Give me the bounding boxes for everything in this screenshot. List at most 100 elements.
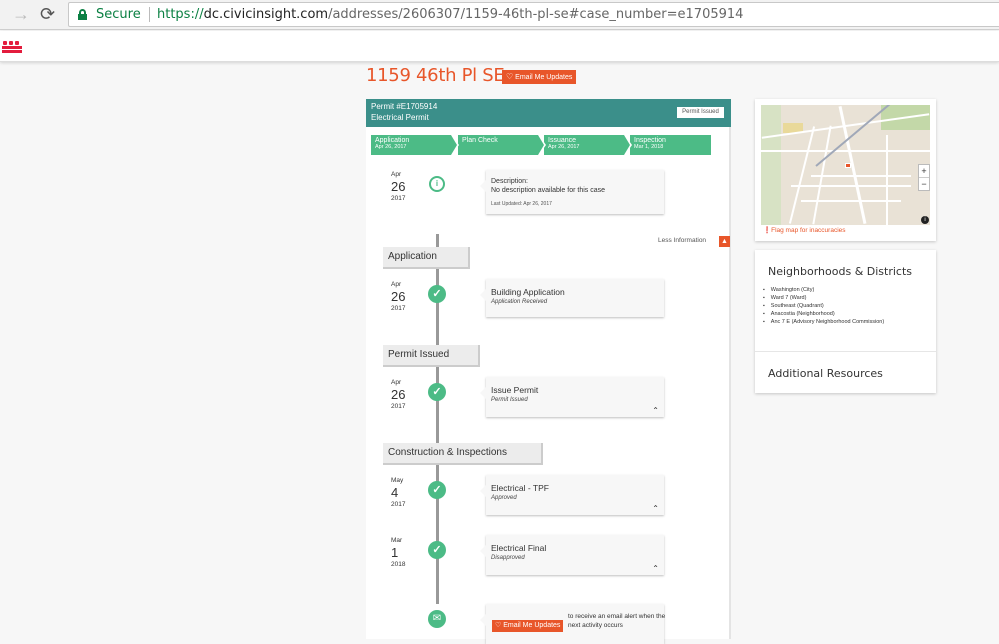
- event-card[interactable]: Electrical - TPF Approved ⌃: [480, 475, 664, 515]
- chevron-up-icon[interactable]: ⌃: [652, 564, 659, 573]
- zoom-in-button[interactable]: +: [919, 165, 929, 177]
- step-date: Apr 26, 2017: [375, 144, 407, 150]
- event-date: Mar 1 2018: [391, 537, 421, 568]
- step-label: Plan Check: [462, 137, 498, 144]
- date-month: Apr: [391, 379, 402, 386]
- heart-icon: ♡: [495, 622, 504, 629]
- step-label: Application: [375, 137, 410, 144]
- event-date: Apr 26 2017: [391, 281, 421, 312]
- permit-number: Permit #E1705914: [371, 102, 438, 111]
- date-month: Mar: [391, 537, 403, 544]
- description-title: Description:: [491, 178, 528, 185]
- last-updated: Last Updated: Apr 26, 2017: [491, 201, 552, 207]
- event-card[interactable]: Electrical Final Disapproved ⌃: [480, 535, 664, 575]
- event-card[interactable]: Issue Permit Permit Issued ⌃: [480, 377, 664, 417]
- date-day: 26: [391, 289, 406, 304]
- step-date: Apr 26, 2017: [548, 144, 580, 150]
- date-year: 2017: [391, 501, 406, 508]
- list-item: Ward 7 (Ward): [763, 294, 884, 302]
- email-button-label: Email Me Updates: [515, 74, 573, 81]
- step-issuance: Issuance Apr 26, 2017: [544, 135, 632, 155]
- site-header: [0, 31, 999, 62]
- location-pin-icon: [845, 163, 851, 168]
- event-status: Disapproved: [491, 555, 525, 561]
- step-date: Mar 1, 2018: [634, 144, 664, 150]
- url-host: dc.civicinsight.com: [203, 7, 329, 22]
- step-label: Inspection: [634, 137, 666, 144]
- collapse-button[interactable]: ▲: [719, 236, 730, 247]
- step-label: Issuance: [548, 137, 577, 144]
- url-text[interactable]: https://dc.civicinsight.com/addresses/26…: [157, 3, 743, 26]
- map-widget: + − i ❗Flag map for inaccuracies: [755, 99, 936, 241]
- info-icon: i: [429, 176, 445, 192]
- step-inspection: Inspection Mar 1, 2018: [630, 135, 711, 155]
- event-date: Apr 26 2017: [391, 379, 421, 410]
- flag-map-link[interactable]: ❗Flag map for inaccuracies: [763, 226, 846, 234]
- url-path: /addresses/2606307/1159-46th-pl-se#case_…: [328, 7, 744, 22]
- secure-label: Secure: [96, 7, 141, 22]
- step-application: Application Apr 26, 2017: [371, 135, 459, 155]
- less-information-link[interactable]: Less Information: [658, 237, 706, 244]
- permit-header: Permit #E1705914 Electrical Permit Permi…: [366, 99, 731, 127]
- dc-flag-logo[interactable]: [0, 41, 22, 53]
- neighborhoods-title: Neighborhoods & Districts: [768, 265, 913, 278]
- list-item: Washington (City): [763, 286, 884, 294]
- date-year: 2017: [391, 195, 406, 202]
- date-day: 1: [391, 545, 399, 560]
- event-title: Electrical - TPF: [491, 483, 549, 493]
- date-day: 26: [391, 387, 406, 402]
- check-icon: ✓: [428, 383, 446, 401]
- date-month: Apr: [391, 281, 402, 288]
- heart-icon: ♡: [506, 72, 514, 81]
- email-me-updates-button[interactable]: ♡ Email Me Updates: [502, 70, 577, 84]
- phase-permit-issued: Permit Issued: [383, 345, 480, 367]
- neighborhoods-panel: Neighborhoods & Districts Washington (Ci…: [755, 250, 936, 393]
- email-me-updates-cta-button[interactable]: ♡ Email Me Updates: [492, 620, 564, 632]
- chevron-up-icon[interactable]: ⌃: [652, 504, 659, 513]
- zoom-out-button[interactable]: −: [919, 177, 929, 190]
- list-item: Southeast (Quadrant): [763, 302, 884, 310]
- list-item: Anacostia (Neighborhood): [763, 310, 884, 318]
- envelope-icon: ✉: [428, 610, 446, 628]
- map[interactable]: + − i: [761, 105, 930, 225]
- alert-icon: ❗: [763, 227, 772, 234]
- event-date: May 4 2017: [391, 477, 421, 508]
- address-bar[interactable]: Secure https://dc.civicinsight.com/addre…: [68, 2, 999, 27]
- flag-map-label: Flag map for inaccuracies: [771, 227, 846, 234]
- cta-button-label: Email Me Updates: [503, 622, 561, 629]
- additional-resources-heading[interactable]: Additional Resources: [768, 367, 883, 380]
- url-scheme: https://: [157, 7, 204, 22]
- date-month: Apr: [391, 171, 402, 178]
- event-title: Electrical Final: [491, 543, 547, 553]
- date-day: 4: [391, 485, 399, 500]
- divider: [149, 7, 150, 22]
- check-icon: ✓: [428, 541, 446, 559]
- date-month: May: [391, 477, 404, 484]
- forward-button[interactable]: →: [12, 4, 30, 24]
- step-plan-check: Plan Check: [458, 135, 546, 155]
- phase-construction-inspections: Construction & Inspections: [383, 443, 543, 465]
- description-card: Description: No description available fo…: [480, 170, 664, 214]
- map-zoom-control: + −: [918, 164, 930, 191]
- neighborhoods-list: Washington (City) Ward 7 (Ward) Southeas…: [763, 286, 884, 326]
- reload-button[interactable]: ⟳: [40, 4, 55, 24]
- divider: [755, 351, 936, 352]
- status-badge: Permit Issued: [677, 107, 724, 118]
- date-day: 26: [391, 179, 406, 194]
- event-status: Approved: [491, 495, 517, 501]
- permit-type: Electrical Permit: [371, 113, 429, 122]
- check-icon: ✓: [428, 285, 446, 303]
- description-text: No description available for this case: [491, 187, 606, 194]
- event-status: Permit Issued: [491, 397, 528, 403]
- map-info-icon[interactable]: i: [921, 216, 929, 224]
- description-date: Apr 26 2017: [391, 171, 421, 202]
- date-year: 2017: [391, 305, 406, 312]
- date-year: 2018: [391, 561, 406, 568]
- chevron-up-icon[interactable]: ⌃: [652, 406, 659, 415]
- event-card[interactable]: Building Application Application Receive…: [480, 279, 664, 317]
- event-status: Application Received: [491, 299, 548, 305]
- progress-steps: Application Apr 26, 2017 Plan Check Issu…: [371, 135, 711, 155]
- event-title: Issue Permit: [491, 385, 539, 395]
- browser-toolbar: → ⟳ Secure https://dc.civicinsight.com/a…: [0, 0, 999, 30]
- lock-icon: [78, 9, 87, 20]
